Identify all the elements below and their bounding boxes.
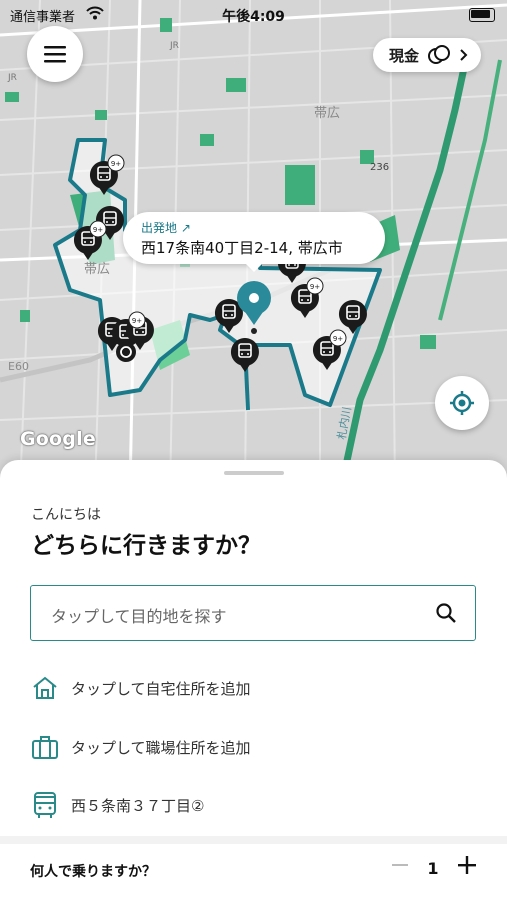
arrow-up-right-icon: ↗ [180,221,191,235]
svg-text:9+: 9+ [132,317,142,325]
pickup-label: 出発地 ↗ [141,221,191,235]
pickup-address: 西17条南40丁目2-14, 帯広市 [141,239,343,257]
crosshair-icon [450,391,474,415]
passenger-count: 1 [427,859,439,878]
add-work-label: タップして職場住所を追加 [71,738,251,757]
pickup-bubble[interactable]: 出発地 ↗ 西17条南40丁目2-14, 帯広市 [123,212,385,272]
payment-label: 現金 [388,46,419,65]
home-icon [33,676,57,699]
battery-icon [469,8,495,22]
google-logo: Google [20,428,96,450]
search-placeholder: タップして目的地を探す [51,607,227,626]
decrease-passengers-button[interactable] [388,853,412,877]
greeting: こんにちは [31,507,101,523]
destination-search-field[interactable]: タップして目的地を探す [30,585,476,641]
bus-icon [34,792,56,818]
plus-icon [458,856,476,874]
minus-icon [392,864,408,866]
stop-marker[interactable] [338,299,368,335]
hamburger-icon [44,46,66,63]
sheet-handle[interactable] [224,471,284,475]
svg-text:9+: 9+ [310,283,320,291]
passenger-count-label: 何人で乗りますか？ [30,864,156,880]
status-bar: 通信事業者 午後4:09 [0,0,507,30]
add-home-label: タップして自宅住所を追加 [71,679,251,698]
bottom-sheet: こんにちは どちらに行きますか？ タップして目的地を探す タップして自宅住所を追… [0,460,507,900]
status-time: 午後4:09 [222,9,285,25]
menu-button[interactable] [27,26,83,82]
coins-icon [428,45,450,64]
add-home-row[interactable]: タップして自宅住所を追加 [30,668,476,708]
stop-marker[interactable] [230,337,260,373]
svg-text:9+: 9+ [93,226,103,234]
increase-passengers-button[interactable] [455,853,479,877]
my-location-button[interactable] [435,376,489,430]
svg-text:9+: 9+ [333,335,343,343]
pickup-pin[interactable] [237,281,271,334]
map-view[interactable]: 帯広 帯広 E60 236 JR JR 札内川 9+ 9+ 9+ 9+ 9+ 出… [0,0,507,490]
search-icon [436,603,456,623]
destination-question: どちらに行きますか？ [31,533,261,559]
briefcase-icon [32,736,58,759]
svg-text:9+: 9+ [111,160,121,168]
recent-stop-row[interactable]: 西５条南３７丁目② [30,785,476,825]
add-work-row[interactable]: タップして職場住所を追加 [30,727,476,767]
payment-method-button[interactable]: 現金 [372,38,481,72]
recent-stop-label: 西５条南３７丁目② [71,796,205,815]
chevron-right-icon [460,49,468,61]
section-divider [0,836,507,844]
